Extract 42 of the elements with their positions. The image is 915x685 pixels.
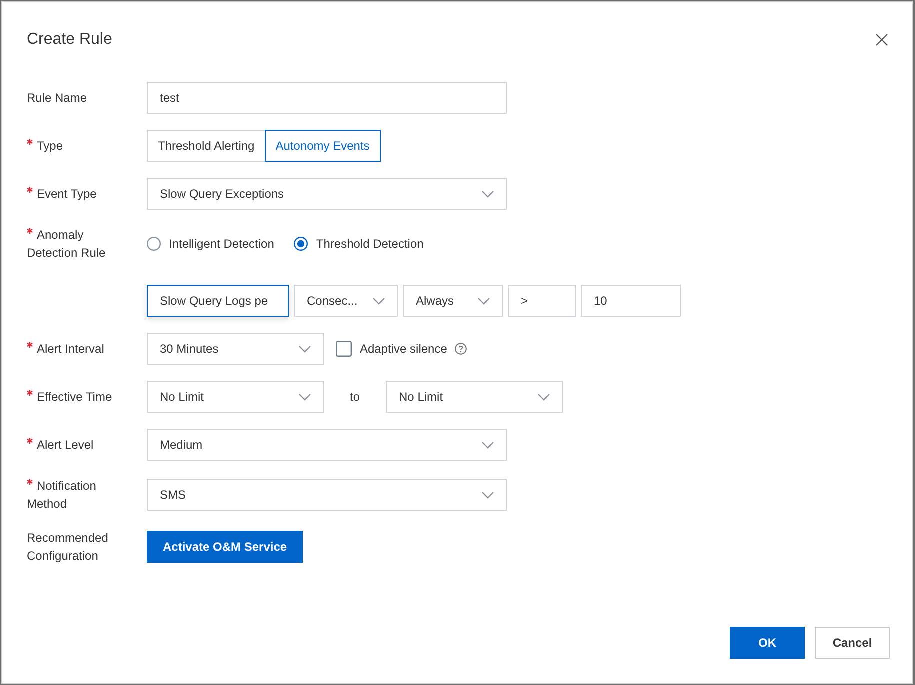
radio-option[interactable]: Intelligent Detection: [147, 237, 274, 251]
range-separator: to: [350, 390, 360, 404]
select-field[interactable]: Medium: [147, 429, 507, 461]
chevron-down-icon: [482, 190, 494, 198]
select-field[interactable]: Slow Query Exceptions: [147, 178, 507, 210]
field-label: Notification Method: [27, 479, 96, 511]
chevron-down-icon: [482, 442, 494, 448]
chevron-down-icon: [538, 394, 550, 400]
field-label: Type: [37, 139, 64, 153]
cancel-button[interactable]: Cancel: [815, 627, 890, 659]
select-field[interactable]: No Limit: [147, 381, 324, 413]
chevron-down-icon: [373, 298, 385, 304]
help-icon[interactable]: [455, 343, 468, 355]
chevron-down-icon: [482, 492, 494, 498]
activate-button[interactable]: Activate O&M Service: [147, 531, 304, 563]
ok-button[interactable]: OK: [730, 627, 805, 659]
chevron-down-icon: [299, 394, 311, 400]
text-input[interactable]: Slow Query Logs pe: [147, 285, 289, 317]
close-button[interactable]: [876, 34, 888, 46]
field-label: Effective Time: [37, 390, 112, 404]
chevron-down-icon: [299, 346, 311, 352]
select-field[interactable]: Always: [403, 285, 503, 317]
text-input[interactable]: 10: [581, 285, 681, 317]
field-label: Recommended Configuration: [27, 531, 108, 563]
select-field[interactable]: SMS: [147, 479, 507, 511]
text-input[interactable]: test: [147, 82, 507, 114]
checkbox-option[interactable]: Adaptive silence: [336, 341, 448, 357]
field-label: Alert Level: [37, 438, 94, 452]
field-label: Anomaly Detection Rule: [27, 228, 106, 260]
chevron-down-icon: [478, 298, 490, 304]
select-field[interactable]: 30 Minutes: [147, 333, 324, 365]
close-icon: [876, 34, 888, 46]
text-input[interactable]: >: [508, 285, 576, 317]
segment-tab[interactable]: Autonomy Events: [264, 130, 381, 162]
select-field[interactable]: Consec...: [294, 285, 398, 317]
radio-option[interactable]: Threshold Detection: [294, 237, 424, 251]
dialog-title: Create Rule: [27, 30, 112, 50]
field-label: Rule Name: [27, 91, 88, 105]
field-label: Alert Interval: [37, 342, 104, 356]
field-label: Event Type: [37, 187, 97, 201]
select-field[interactable]: No Limit: [386, 381, 564, 413]
segment-tab[interactable]: Threshold Alerting: [147, 130, 266, 162]
